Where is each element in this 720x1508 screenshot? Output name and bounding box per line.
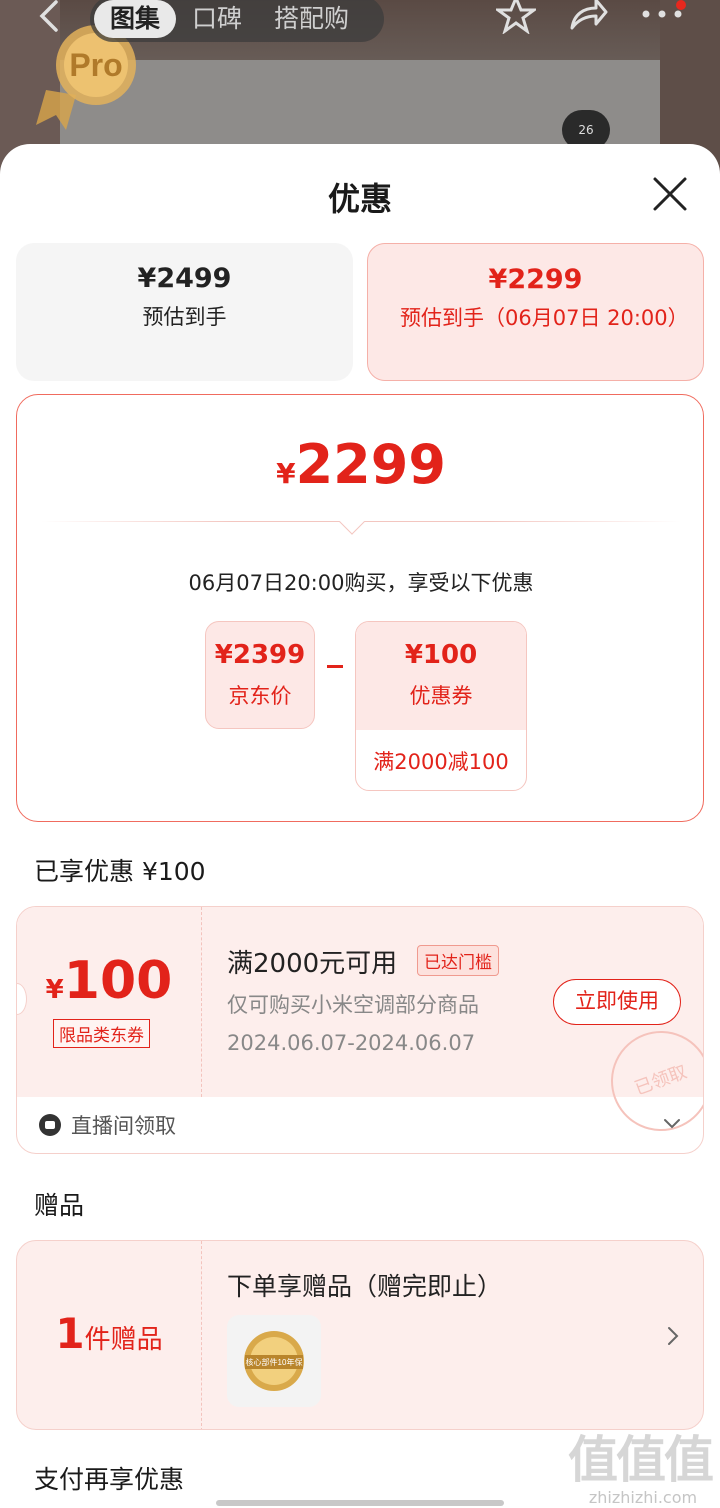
price-option-label: 预估到手 (142, 305, 227, 329)
enjoyed-discount-header: 已享优惠 ¥100 (34, 857, 206, 886)
coupon-scope: 仅可购买小米空调部分商品 (227, 993, 479, 1017)
coupon-amount-value: 100 (63, 951, 173, 1011)
warranty-seal-icon: 核心部件10年保 (244, 1331, 304, 1391)
jd-price-box: ¥2399 京东价 (205, 621, 315, 729)
jd-price-label: 京东价 (228, 684, 292, 708)
divider-notch (339, 509, 365, 535)
coupon-card: ¥100 限品类东券 满2000元可用 已达门槛 仅可购买小米空调部分商品 20… (16, 906, 704, 1154)
coupon-condition: 满2000元可用 (227, 949, 398, 979)
chevron-right-icon[interactable] (665, 1325, 681, 1347)
payment-discount-header: 支付再享优惠 (34, 1465, 185, 1494)
jd-price-value: ¥2399 (214, 640, 306, 670)
price-option-label: 预估到手（06月07日 20:00） (400, 306, 689, 330)
price-option-now[interactable]: ¥2499 预估到手 (16, 243, 353, 381)
price-option-scheduled[interactable]: ¥2299 预估到手（06月07日 20:00） (367, 243, 704, 381)
tab-reviews[interactable]: 口碑 (176, 0, 258, 38)
gifts-header: 赠品 (34, 1191, 85, 1220)
notification-dot (676, 0, 686, 10)
chevron-down-icon[interactable] (663, 1115, 681, 1133)
star-icon[interactable] (496, 0, 536, 34)
close-icon[interactable] (652, 176, 688, 212)
final-price-value: 2299 (295, 433, 446, 496)
discount-sheet: 优惠 ¥2499 预估到手 ¥2299 预估到手（06月07日 20:00） ¥… (0, 144, 720, 1508)
coupon-discount-box: ¥100 优惠券 满2000减100 (355, 621, 527, 791)
gift-thumbnail: 核心部件10年保 (227, 1315, 321, 1407)
gift-title: 下单享赠品（赠完即止） (227, 1272, 503, 1301)
purchase-note: 06月07日20:00购买，享受以下优惠 (188, 571, 534, 595)
gift-count-unit: 件赠品 (84, 1325, 163, 1355)
use-now-button[interactable]: 立即使用 (553, 979, 681, 1025)
coupon-validity: 2024.06.07-2024.06.07 (227, 1031, 476, 1055)
tab-bundle[interactable]: 搭配购 (258, 0, 365, 38)
tab-gallery[interactable]: 图集 (94, 0, 177, 38)
watermark-site: zhizhizhi.com (588, 1488, 698, 1507)
coupon-type-tag: 限品类东券 (53, 1019, 150, 1048)
coupon-source-label: 直播间领取 (71, 1114, 176, 1138)
coupon-source[interactable]: 直播间领取 (39, 1110, 176, 1140)
gift-card[interactable]: 1件赠品 下单享赠品（赠完即止） 核心部件10年保 (16, 1240, 704, 1430)
coupon-rule: 满2000减100 (373, 750, 509, 774)
coupon-discount-label: 优惠券 (409, 684, 473, 708)
price-breakdown-card: ¥2299 06月07日20:00购买，享受以下优惠 ¥2399 京东价 ¥10… (16, 394, 704, 822)
currency-symbol: ¥ (45, 975, 64, 1005)
watermark: 值值值 zhizhizhi.com (568, 1420, 718, 1507)
currency-symbol: ¥ (276, 457, 296, 490)
gift-divider (201, 1241, 202, 1429)
svg-text:Pro: Pro (69, 47, 122, 83)
gift-count: 1件赠品 (17, 1309, 201, 1358)
coupon-discount-value: ¥100 (404, 640, 478, 670)
coupon-divider (201, 907, 202, 1097)
threshold-reached-badge: 已达门槛 (417, 945, 499, 976)
live-room-icon (39, 1114, 61, 1136)
home-indicator (216, 1500, 504, 1506)
share-icon[interactable] (566, 0, 608, 34)
price-option-amount: ¥2299 (488, 264, 583, 295)
gallery-tabs: 图集 口碑 搭配购 (90, 0, 384, 42)
sheet-title: 优惠 (327, 180, 392, 218)
svg-text:核心部件10年保: 核心部件10年保 (246, 1357, 303, 1367)
price-option-amount: ¥2499 (137, 263, 232, 294)
back-icon[interactable] (34, 0, 64, 34)
watermark-logo: 值值值 (568, 1431, 714, 1489)
coupon-amount: ¥100 (17, 951, 201, 1011)
gift-count-value: 1 (55, 1309, 85, 1358)
final-price: ¥2299 (17, 433, 705, 496)
minus-operator (327, 665, 343, 668)
top-navigation-bar: 图集 口碑 搭配购 (0, 0, 720, 42)
